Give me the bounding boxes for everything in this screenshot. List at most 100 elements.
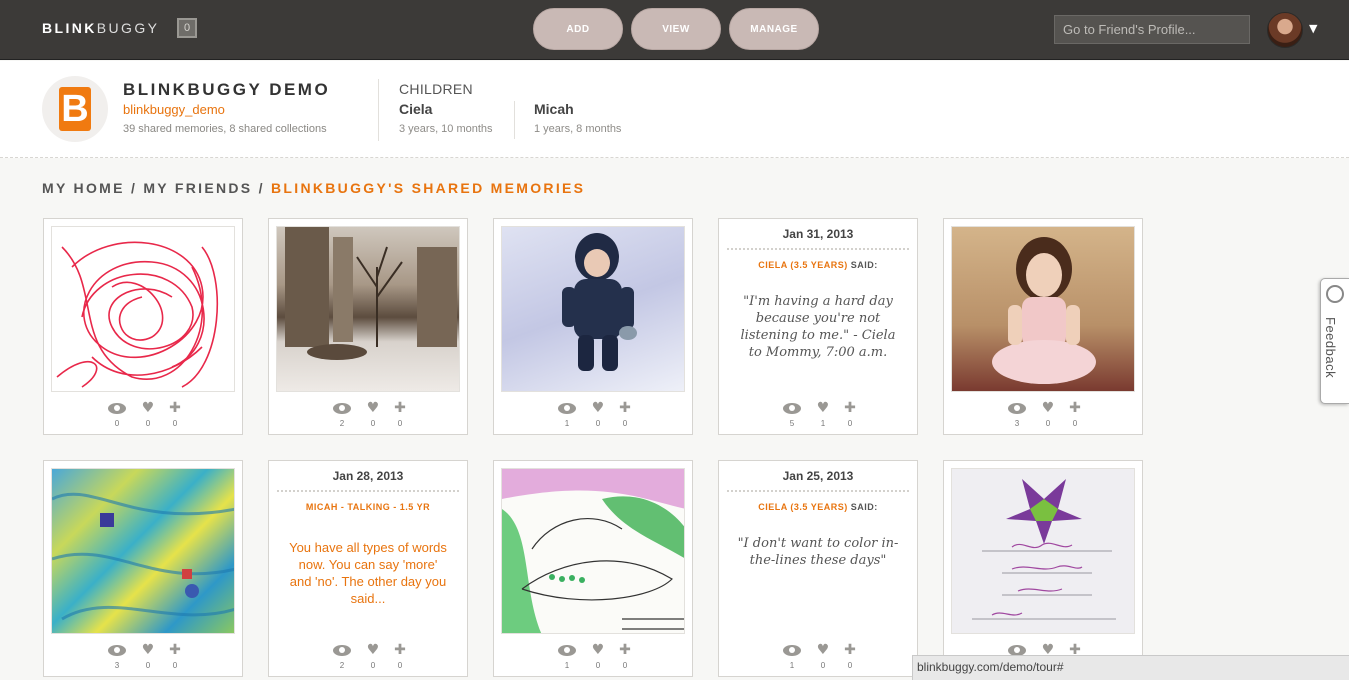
memory-card[interactable]: 0 ♥0 ✚0 xyxy=(43,218,243,435)
card-stats: 3 ♥ 0 ✚ 0 xyxy=(944,400,1142,430)
plus-icon: ✚ xyxy=(619,400,631,416)
add-stat[interactable]: ✚0 xyxy=(613,400,637,428)
view-button[interactable]: VIEW xyxy=(631,8,721,50)
views-stat[interactable]: 5 xyxy=(780,400,804,428)
likes-stat[interactable]: ♥0 xyxy=(361,400,385,428)
views-stat[interactable]: 1 xyxy=(555,642,579,670)
memory-date: Jan 28, 2013 xyxy=(332,469,404,483)
divider xyxy=(727,248,909,250)
card-stats: 2 ♥ 0 ✚ 0 xyxy=(269,642,467,672)
add-stat[interactable]: ✚0 xyxy=(388,642,412,670)
memory-author: MICAH - TALKING - 1.5 YR xyxy=(305,502,431,512)
likes-stat[interactable]: ♥0 xyxy=(811,642,835,670)
user-avatar[interactable] xyxy=(1267,12,1303,48)
memory-card[interactable]: Jan 28, 2013 MICAH - TALKING - 1.5 YR Yo… xyxy=(268,460,468,677)
divider xyxy=(727,490,909,492)
memory-card[interactable]: 1 ♥ 0 ✚ 0 xyxy=(493,460,693,677)
eye-icon xyxy=(1008,403,1026,414)
memory-image[interactable] xyxy=(951,226,1135,392)
views-stat[interactable]: 1 xyxy=(555,400,579,428)
memory-image[interactable] xyxy=(501,468,685,634)
breadcrumb-home[interactable]: MY HOME xyxy=(42,180,125,196)
heart-icon: ♥ xyxy=(366,642,380,658)
add-stat[interactable]: ✚0 xyxy=(613,642,637,670)
profile-username[interactable]: blinkbuggy_demo xyxy=(123,102,225,117)
friend-search-input[interactable]: Go to Friend's Profile... xyxy=(1054,15,1250,44)
heart-icon: ♥ xyxy=(816,642,830,658)
app-logo[interactable]: BLINKBUGGY xyxy=(42,20,159,36)
card-stats: 1 ♥ 0 ✚ 0 xyxy=(494,642,692,672)
memory-date: Jan 25, 2013 xyxy=(782,469,854,483)
likes-stat[interactable]: ♥ 1 xyxy=(811,400,835,428)
heart-icon: ♥ xyxy=(591,400,605,416)
card-stats: 2 ♥ 0 ✚ 0 xyxy=(269,400,467,430)
eye-icon xyxy=(783,403,801,414)
profile-meta: 39 shared memories, 8 shared collections xyxy=(123,123,327,135)
add-stat[interactable]: ✚0 xyxy=(838,400,862,428)
card-stats: 5 ♥ 1 ✚ 0 xyxy=(719,400,917,430)
child-ciela[interactable]: Ciela 3 years, 10 months xyxy=(399,101,493,135)
plus-icon: ✚ xyxy=(169,400,181,416)
breadcrumb-friends[interactable]: MY FRIENDS xyxy=(143,180,252,196)
plus-icon: ✚ xyxy=(394,400,406,416)
memory-card[interactable]: Jan 25, 2013 CIELA (3.5 YEARS) SAID: "I … xyxy=(718,460,918,677)
likes-stat[interactable]: ♥0 xyxy=(586,642,610,670)
eye-icon xyxy=(783,645,801,656)
heart-icon: ♥ xyxy=(366,400,380,416)
memory-card[interactable]: 0 ♥0 ✚0 xyxy=(943,460,1143,677)
add-stat[interactable]: ✚0 xyxy=(1063,400,1087,428)
child-micah[interactable]: Micah 1 years, 8 months xyxy=(534,101,621,135)
memory-quote: "I'm having a hard day because you're no… xyxy=(740,294,896,360)
add-button[interactable]: ADD xyxy=(533,8,623,50)
notification-badge[interactable]: 0 xyxy=(177,18,197,38)
card-stats: 0 ♥0 ✚0 xyxy=(44,400,242,430)
memory-card[interactable]: 3 ♥ 0 ✚ 0 xyxy=(943,218,1143,435)
divider xyxy=(514,101,515,139)
memory-image[interactable] xyxy=(501,226,685,392)
memory-card[interactable]: 1 ♥ 0 ✚ 0 xyxy=(493,218,693,435)
views-stat[interactable]: 1 xyxy=(780,642,804,670)
likes-stat[interactable]: ♥0 xyxy=(361,642,385,670)
eye-icon xyxy=(108,645,126,656)
memory-card[interactable]: 2 ♥ 0 ✚ 0 xyxy=(268,218,468,435)
memory-date: Jan 31, 2013 xyxy=(782,227,854,241)
add-stat[interactable]: ✚0 xyxy=(388,400,412,428)
memory-card[interactable]: 3 ♥ 0 ✚ 0 xyxy=(43,460,243,677)
manage-button[interactable]: MANAGE xyxy=(729,8,819,50)
top-bar: BLINKBUGGY 0 ADD VIEW MANAGE Go to Frien… xyxy=(0,0,1349,60)
add-stat[interactable]: ✚0 xyxy=(163,400,187,428)
views-stat[interactable]: 3 xyxy=(105,642,129,670)
memory-image[interactable] xyxy=(951,468,1135,634)
views-stat[interactable]: 3 xyxy=(1005,400,1029,428)
memory-card[interactable]: Jan 31, 2013 CIELA (3.5 YEARS) SAID: "I'… xyxy=(718,218,918,435)
eye-icon xyxy=(108,403,126,414)
children-heading: CHILDREN xyxy=(399,81,473,97)
views-stat[interactable]: 2 xyxy=(330,400,354,428)
browser-status-bar: blinkbuggy.com/demo/tour# xyxy=(912,655,1349,680)
profile-logo: B xyxy=(42,76,108,142)
views-stat[interactable]: 2 xyxy=(330,642,354,670)
feedback-tab[interactable]: Feedback xyxy=(1320,278,1349,404)
likes-stat[interactable]: ♥0 xyxy=(136,400,160,428)
views-stat[interactable]: 0 xyxy=(105,400,129,428)
profile-header: B BLINKBUGGY DEMO blinkbuggy_demo 39 sha… xyxy=(0,61,1349,158)
heart-icon: ♥ xyxy=(816,400,830,416)
card-stats: 1 ♥ 0 ✚ 0 xyxy=(494,400,692,430)
likes-stat[interactable]: ♥0 xyxy=(136,642,160,670)
memory-image[interactable] xyxy=(51,468,235,634)
memory-author: CIELA (3.5 YEARS) SAID: xyxy=(758,260,878,270)
likes-stat[interactable]: ♥0 xyxy=(1036,400,1060,428)
likes-stat[interactable]: ♥0 xyxy=(586,400,610,428)
plus-icon: ✚ xyxy=(619,642,631,658)
heart-icon: ♥ xyxy=(141,642,155,658)
add-stat[interactable]: ✚0 xyxy=(163,642,187,670)
profile-name: BLINKBUGGY DEMO xyxy=(123,80,331,99)
memory-image[interactable] xyxy=(51,226,235,392)
memory-image[interactable] xyxy=(276,226,460,392)
plus-icon: ✚ xyxy=(394,642,406,658)
chevron-down-icon[interactable]: ▼ xyxy=(1309,22,1317,35)
plus-icon: ✚ xyxy=(169,642,181,658)
add-stat[interactable]: ✚0 xyxy=(838,642,862,670)
breadcrumb: MY HOME / MY FRIENDS / BLINKBUGGY'S SHAR… xyxy=(42,180,586,196)
heart-icon: ♥ xyxy=(591,642,605,658)
